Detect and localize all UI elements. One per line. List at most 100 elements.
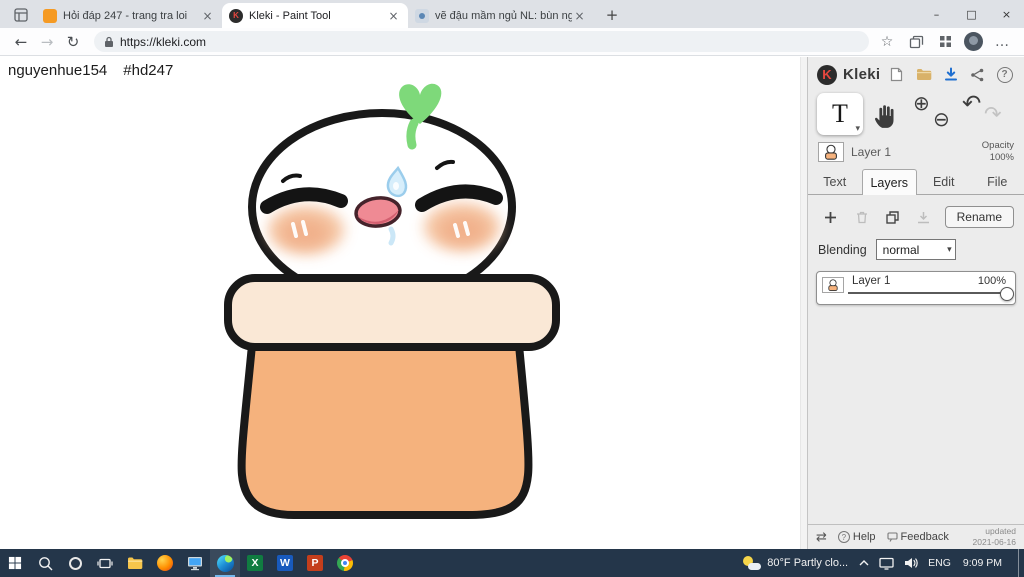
clock[interactable]: 9:09 PM (960, 557, 1005, 569)
firefox-icon (157, 555, 173, 571)
cloud-shape (748, 563, 762, 570)
url-text: https://kleki.com (120, 34, 207, 49)
tab-text[interactable]: Text (808, 169, 862, 194)
blending-select[interactable]: normal ▾ (875, 239, 956, 260)
layer-name: Layer 1 (852, 275, 891, 287)
search-button[interactable] (30, 549, 60, 577)
layer-thumbnail (822, 277, 844, 293)
remove-layer-button[interactable] (849, 207, 874, 228)
search-icon (38, 556, 52, 570)
tab-close-icon[interactable]: × (386, 8, 401, 23)
hand-tool-button[interactable] (872, 101, 898, 134)
kleki-toolbar: T ▾ ⊕ ⊖ ↶ ↷ (808, 88, 1024, 138)
firefox-button[interactable] (150, 549, 180, 577)
word-icon: W (277, 555, 293, 571)
active-layer-name: Layer 1 (851, 145, 892, 159)
kleki-header: K Kleki ? (808, 57, 1024, 88)
history-icon[interactable]: ⇄ (816, 531, 827, 544)
save-download-button[interactable] (940, 64, 961, 85)
add-layer-button[interactable] (818, 207, 843, 228)
import-image-button[interactable] (913, 64, 934, 85)
opacity-slider-knob[interactable] (1000, 287, 1014, 301)
feedback-link[interactable]: Feedback (886, 531, 949, 543)
volume-icon[interactable] (903, 556, 919, 570)
browser-tab-ve-dau[interactable]: vẽ đậu mầm ngủ NL: bùn ngủ :) × (408, 3, 594, 28)
monitor-app-button[interactable] (180, 549, 210, 577)
help-link[interactable]: ? Help (837, 531, 876, 543)
tab-favicon (43, 8, 57, 23)
show-desktop-button[interactable] (1018, 549, 1024, 577)
feedback-icon (886, 532, 898, 542)
minimize-button[interactable]: – (919, 0, 954, 28)
zoom-controls: ⊕ ⊖ (911, 93, 953, 139)
text-tool-button[interactable]: T ▾ (817, 93, 863, 135)
display-tray-icon[interactable] (879, 557, 894, 570)
new-tab-button[interactable]: + (600, 3, 624, 27)
lock-icon (105, 36, 113, 47)
question-icon: ? (996, 66, 1013, 83)
kleki-panel: K Kleki ? T ▾ ⊕ ⊖ ↶ ↷ Layer 1 Opacity 10… (807, 57, 1024, 549)
weather-icon (743, 555, 762, 571)
layer-item[interactable]: Layer 1 100% (816, 271, 1016, 305)
new-image-button[interactable] (886, 64, 907, 85)
browser-tab-kleki[interactable]: K Kleki - Paint Tool × (222, 3, 408, 28)
cortana-button[interactable] (60, 549, 90, 577)
kleki-footer: ⇄ ? Help Feedback updated 2021-06-16 (808, 524, 1024, 549)
tray-expand-icon[interactable] (858, 558, 870, 568)
drawing-character (224, 83, 560, 519)
duplicate-layer-button[interactable] (880, 207, 905, 228)
weather-text: 80°F Partly clo... (767, 557, 849, 569)
powerpoint-button[interactable]: P (300, 549, 330, 577)
zoom-in-button[interactable]: ⊕ (913, 93, 930, 113)
close-button[interactable]: × (989, 0, 1024, 28)
forward-button[interactable]: → (34, 30, 60, 54)
excel-button[interactable]: X (240, 549, 270, 577)
edge-button[interactable] (210, 549, 240, 577)
rename-layer-button[interactable]: Rename (944, 206, 1014, 228)
kleki-brand: Kleki (843, 66, 881, 83)
undo-button[interactable]: ↶ (962, 93, 981, 116)
windows-icon (8, 556, 22, 570)
paint-canvas[interactable]: nguyenhue154 #hd247 (0, 57, 800, 549)
tab-close-icon[interactable]: × (200, 8, 215, 23)
apps-grid-icon[interactable] (935, 32, 955, 52)
help-button[interactable]: ? (994, 64, 1015, 85)
file-explorer-button[interactable] (120, 549, 150, 577)
share-button[interactable] (967, 64, 988, 85)
task-view-button[interactable] (90, 549, 120, 577)
tab-edit[interactable]: Edit (917, 169, 971, 194)
address-bar[interactable]: https://kleki.com (94, 31, 869, 52)
merge-layer-button[interactable] (911, 207, 936, 228)
zoom-out-button[interactable]: ⊖ (933, 109, 950, 129)
tab-title: Hỏi đáp 247 - trang tra loi (63, 9, 188, 22)
redo-button[interactable]: ↷ (984, 104, 1002, 125)
browser-tab-hoidap[interactable]: Hỏi đáp 247 - trang tra loi × (36, 3, 222, 28)
favorites-star-icon[interactable]: ☆ (877, 32, 897, 52)
kleki-tab-bar: Text Layers Edit File (808, 169, 1024, 195)
tab-layers[interactable]: Layers (861, 169, 917, 195)
maximize-button[interactable]: □ (954, 0, 989, 28)
refresh-button[interactable]: ↻ (60, 30, 86, 54)
updated-info: updated 2021-06-16 (972, 526, 1016, 547)
tab-close-icon[interactable]: × (572, 8, 587, 23)
blending-label: Blending (818, 242, 867, 257)
collections-icon[interactable] (906, 32, 926, 52)
blending-row: Blending normal ▾ (808, 234, 1024, 271)
language-indicator[interactable]: ENG (928, 557, 951, 569)
opacity-slider[interactable] (848, 292, 1004, 294)
weather-widget[interactable]: 80°F Partly clo... (733, 549, 858, 577)
active-layer-info: Layer 1 Opacity 100% (808, 138, 1024, 166)
canvas-scrollbar[interactable] (800, 57, 807, 549)
settings-menu-icon[interactable]: … (992, 32, 1012, 52)
tab-title: vẽ đậu mầm ngủ NL: bùn ngủ :) (435, 9, 572, 22)
back-button[interactable]: ← (8, 30, 34, 54)
start-button[interactable] (0, 549, 30, 577)
main-area: nguyenhue154 #hd247 K Kleki ? T ▾ ⊕ ⊖ ↶ … (0, 57, 1024, 549)
chrome-button[interactable] (330, 549, 360, 577)
text-tool-glyph: T (832, 99, 848, 128)
tab-search-icon[interactable] (8, 3, 34, 27)
tab-file[interactable]: File (971, 169, 1024, 194)
tab-title: Kleki - Paint Tool (249, 9, 331, 22)
profile-avatar[interactable] (964, 32, 983, 51)
word-button[interactable]: W (270, 549, 300, 577)
